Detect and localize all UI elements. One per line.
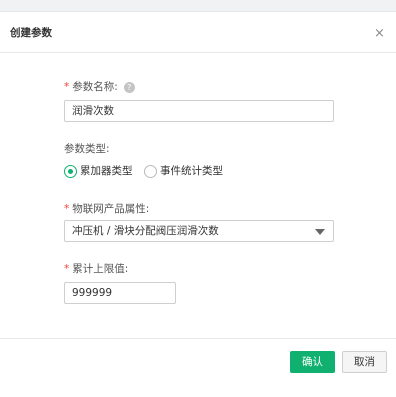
required-mark: * [64, 81, 70, 93]
radio-unselected-icon [144, 165, 157, 178]
close-icon[interactable]: × [374, 27, 385, 40]
caret-down-icon [315, 229, 325, 235]
create-parameter-dialog: 创建参数 × * 参数名称:? 润滑次数 参数类型: 累加器类型 事件统计类型 *… [0, 12, 396, 386]
param-name-value: 润滑次数 [72, 105, 114, 117]
cumulative-limit-label-row: * 累计上限值: [64, 261, 128, 276]
cumulative-limit-value: 999999 [72, 287, 113, 299]
cumulative-limit-label: 累计上限值: [72, 263, 129, 275]
iot-product-attr-select[interactable]: 冲压机 / 滑块分配阀压润滑次数 [64, 220, 334, 242]
radio-accumulator-label: 累加器类型 [80, 165, 133, 177]
param-name-label-row: * 参数名称:? [64, 79, 135, 94]
cancel-button[interactable]: 取消 [342, 351, 387, 373]
help-icon[interactable]: ? [123, 82, 135, 93]
dialog-header: 创建参数 × [0, 12, 396, 53]
param-name-label: 参数名称: [72, 81, 118, 93]
cumulative-limit-input[interactable]: 999999 [64, 282, 176, 304]
confirm-button[interactable]: 确认 [290, 351, 335, 373]
required-mark: * [64, 203, 70, 215]
background-strip-bottom [0, 386, 396, 397]
required-mark: * [64, 263, 70, 275]
radio-selected-icon [64, 165, 77, 178]
radio-event-statistics-label: 事件统计类型 [160, 165, 223, 177]
param-name-input[interactable]: 润滑次数 [64, 100, 334, 122]
iot-product-attr-selected-value: 冲压机 / 滑块分配阀压润滑次数 [72, 225, 219, 237]
dialog-footer: 确认 取消 [0, 338, 396, 387]
dialog-title: 创建参数 [10, 27, 52, 39]
iot-product-attr-label-row: * 物联网产品属性: [64, 201, 149, 216]
iot-product-attr-label: 物联网产品属性: [72, 203, 150, 215]
param-type-label: 参数类型: [64, 143, 110, 155]
background-strip-top [0, 0, 396, 12]
